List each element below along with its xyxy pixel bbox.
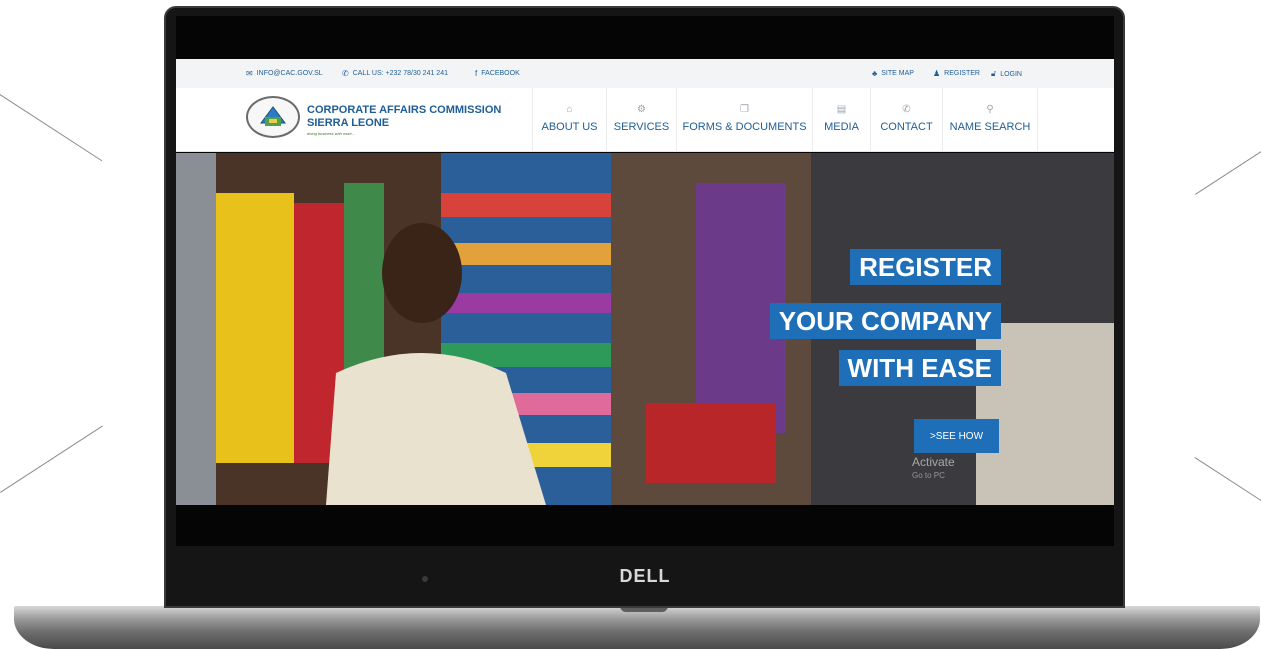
- media-icon: ▤: [836, 104, 847, 115]
- facebook-link[interactable]: f FACEBOOK: [475, 69, 520, 78]
- laptop-screen: ✉ INFO@CAC.GOV.SL ✆ CALL US: +232 78/30 …: [176, 16, 1114, 546]
- gear-icon: ⚙: [637, 104, 646, 115]
- see-how-button[interactable]: >SEE HOW: [914, 419, 999, 453]
- logo-title-line1: CORPORATE AFFAIRS COMMISSION: [307, 104, 502, 116]
- nav-label: FORMS & DOCUMENTS: [682, 121, 807, 133]
- facebook-icon: f: [475, 69, 478, 78]
- email-link[interactable]: ✉ INFO@CAC.GOV.SL: [246, 69, 323, 78]
- logo-tagline: doing business with ease...: [307, 131, 356, 136]
- cac-logo-emblem[interactable]: [246, 96, 300, 138]
- nav-forms-documents[interactable]: ❐ FORMS & DOCUMENTS: [676, 88, 812, 152]
- envelope-icon: ✉: [246, 69, 253, 78]
- nav-about-us[interactable]: ⌂ ABOUT US: [532, 88, 606, 152]
- nav-label: ABOUT US: [541, 121, 598, 133]
- logo-emblem-graphic: [260, 106, 286, 126]
- decorative-line: [1195, 150, 1261, 195]
- activate-windows-watermark: Activate: [912, 455, 955, 469]
- laptop-base: [14, 606, 1260, 649]
- register-link[interactable]: ♟ REGISTER: [933, 69, 980, 78]
- hero-headline-line2: YOUR COMPANY: [769, 303, 1001, 339]
- nav-label: SERVICES: [613, 121, 670, 133]
- phone-icon: ✆: [902, 104, 911, 115]
- nav-label: CONTACT: [880, 121, 933, 133]
- top-utility-bar: ✉ INFO@CAC.GOV.SL ✆ CALL US: +232 78/30 …: [176, 59, 1114, 88]
- webcam-icon: [422, 576, 428, 582]
- nav-contact[interactable]: ✆ CONTACT: [870, 88, 942, 152]
- search-icon: ⚲: [986, 104, 994, 115]
- nav-name-search[interactable]: ⚲ NAME SEARCH: [942, 88, 1038, 152]
- hero-banner: REGISTER YOUR COMPANY WITH EASE >SEE HOW…: [176, 153, 1114, 505]
- sitemap-icon: ♣: [872, 69, 878, 78]
- hero-headline-line3: WITH EASE: [838, 350, 1001, 386]
- documents-icon: ❐: [740, 104, 749, 115]
- building-icon: ⌂: [566, 104, 573, 115]
- facebook-label: FACEBOOK: [481, 70, 520, 77]
- decorative-line: [0, 425, 103, 493]
- dell-logo: DELL: [619, 566, 671, 586]
- logo-title-line2: SIERRA LEONE: [307, 117, 390, 129]
- decorative-line: [1194, 457, 1261, 502]
- nav-label: NAME SEARCH: [949, 121, 1031, 133]
- phone-icon: ✆: [342, 69, 349, 78]
- decorative-line: [0, 94, 103, 162]
- lock-icon: 🔓︎: [991, 69, 997, 78]
- phone-link[interactable]: ✆ CALL US: +232 78/30 241 241: [342, 69, 448, 78]
- login-label: LOGIN: [1000, 70, 1022, 78]
- nav-label: MEDIA: [824, 121, 859, 133]
- site-map-link[interactable]: ♣ SITE MAP: [872, 69, 914, 78]
- phone-label: CALL US: +232 78/30 241 241: [352, 70, 448, 77]
- site-map-label: SITE MAP: [881, 70, 914, 77]
- user-icon: ♟: [933, 69, 941, 78]
- activate-windows-subtext: Go to PC: [912, 471, 945, 480]
- login-link[interactable]: 🔓︎ LOGIN: [991, 69, 1022, 79]
- nav-media[interactable]: ▤ MEDIA: [812, 88, 870, 152]
- site-header: CORPORATE AFFAIRS COMMISSION SIERRA LEON…: [176, 88, 1114, 152]
- nav-services[interactable]: ⚙ SERVICES: [606, 88, 676, 152]
- email-label: INFO@CAC.GOV.SL: [256, 70, 323, 77]
- register-label: REGISTER: [944, 70, 980, 77]
- hero-headline-line1: REGISTER: [850, 249, 1001, 285]
